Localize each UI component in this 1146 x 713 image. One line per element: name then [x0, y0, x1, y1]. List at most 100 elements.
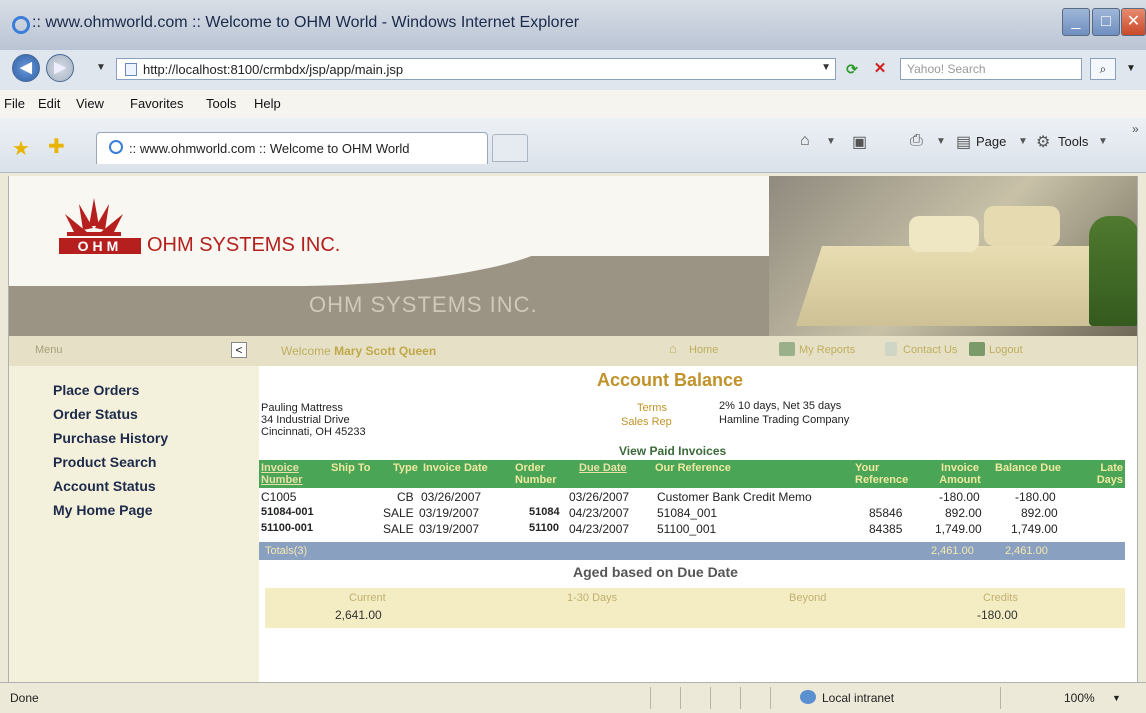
tab-toolbar-row: ★ ✚ :: www.ohmworld.com :: Welcome to OH…	[0, 118, 1146, 173]
col-ship-to: Ship To	[331, 462, 371, 474]
print-dropdown-icon[interactable]: ▼	[936, 136, 946, 147]
tools-menu-button[interactable]: Tools	[1058, 134, 1088, 149]
recent-pages-dropdown-icon[interactable]: ▼	[96, 62, 106, 73]
home-link[interactable]: Home	[689, 344, 718, 356]
sidebar: Place Orders Order Status Purchase Histo…	[9, 366, 259, 682]
welcome-text: Welcome Mary Scott Queen	[281, 344, 436, 358]
aged-1-30-label: 1-30 Days	[567, 592, 618, 604]
favorites-star-icon[interactable]: ★	[12, 136, 30, 161]
address-input[interactable]: http://localhost:8100/crmbdx/jsp/app/mai…	[143, 62, 403, 77]
search-box[interactable]: Yahoo! Search	[900, 58, 1082, 80]
address-dropdown-icon[interactable]: ▼	[821, 62, 831, 73]
close-button[interactable]: ✕	[1121, 8, 1146, 36]
cell-invoice-date: 03/19/2007	[419, 522, 480, 536]
chevron-right-icon[interactable]: »	[1132, 122, 1139, 136]
feeds-icon[interactable]: ▣	[852, 132, 867, 152]
sidebar-item-account-status[interactable]: Account Status	[53, 478, 156, 494]
cell-type: SALE	[383, 506, 414, 520]
page-menu-button[interactable]: Page	[976, 134, 1006, 149]
sidebar-item-my-home-page[interactable]: My Home Page	[53, 502, 153, 518]
aged-current-label: Current	[349, 592, 386, 604]
menu-bar: File Edit View Favorites Tools Help	[0, 90, 1146, 119]
add-favorite-icon[interactable]: ✚	[48, 134, 65, 159]
new-tab-button[interactable]	[492, 134, 528, 162]
status-divider	[710, 687, 711, 709]
col-due-date[interactable]: Due Date	[579, 462, 627, 474]
stop-button[interactable]: ✕	[868, 58, 892, 80]
minimize-button[interactable]: _	[1062, 8, 1090, 36]
cell-balance: -180.00	[1015, 490, 1056, 504]
forward-button[interactable]: ▶	[46, 54, 74, 82]
print-icon[interactable]: ⎙	[910, 132, 923, 150]
company-name: OHM SYSTEMS INC.	[147, 234, 341, 256]
my-reports-link[interactable]: My Reports	[799, 344, 855, 356]
tools-dropdown-icon[interactable]: ▼	[1098, 136, 1108, 147]
cell-due-date: 04/23/2007	[569, 506, 630, 520]
col-your-reference: Your Reference	[855, 462, 909, 486]
cell-invoice: C1005	[261, 490, 297, 504]
logout-link[interactable]: Logout	[989, 344, 1023, 356]
contact-icon	[885, 342, 897, 356]
page-dropdown-icon[interactable]: ▼	[1018, 136, 1028, 147]
site-banner: OHM OHM SYSTEMS INC. OHM SYSTEMS INC.	[9, 176, 1137, 336]
menu-favorites[interactable]: Favorites	[130, 96, 183, 111]
refresh-button[interactable]: ⟳	[840, 58, 864, 80]
menu-help[interactable]: Help	[254, 96, 281, 111]
menu-tools[interactable]: Tools	[206, 96, 236, 111]
search-icon[interactable]: ⌕	[1090, 58, 1116, 80]
sidebar-item-order-status[interactable]: Order Status	[53, 406, 138, 422]
title-bar: :: www.ohmworld.com :: Welcome to OHM Wo…	[0, 0, 1146, 50]
tab-title: :: www.ohmworld.com :: Welcome to OHM Wo…	[129, 141, 410, 156]
collapse-menu-button[interactable]: <	[231, 342, 247, 358]
security-zone[interactable]: Local intranet	[822, 691, 894, 705]
cell-type: SALE	[383, 522, 414, 536]
col-invoice-amount: Invoice Amount	[939, 462, 981, 486]
tab-current[interactable]: :: www.ohmworld.com :: Welcome to OHM Wo…	[96, 132, 488, 164]
status-text: Done	[10, 691, 39, 705]
terms-value: 2% 10 days, Net 35 days	[719, 400, 842, 412]
totals-row: Totals(3) 2,461.00 2,461.00	[259, 542, 1125, 560]
menu-view[interactable]: View	[76, 96, 104, 111]
maximize-button[interactable]: □	[1092, 8, 1120, 36]
tools-gear-icon: ⚙	[1036, 134, 1051, 151]
invoice-table-header: Invoice Number Ship To Type Invoice Date…	[259, 460, 1125, 488]
menu-file[interactable]: File	[4, 96, 25, 111]
sales-rep-label: Sales Rep	[621, 416, 672, 428]
logout-icon	[969, 342, 985, 356]
sidebar-item-place-orders[interactable]: Place Orders	[53, 382, 139, 398]
status-divider	[740, 687, 741, 709]
col-invoice-number[interactable]: Invoice Number	[261, 462, 311, 486]
cell-invoice: 51084-001	[261, 506, 314, 518]
address-bar[interactable]: http://localhost:8100/crmbdx/jsp/app/mai…	[116, 58, 836, 80]
cell-our-reference: 51084_001	[657, 506, 718, 520]
cell-due-date: 04/23/2007	[569, 522, 630, 536]
search-options-dropdown-icon[interactable]: ▼	[1120, 58, 1142, 80]
aged-credits-value: -180.00	[977, 608, 1018, 622]
bed-photo	[769, 176, 1137, 336]
menu-label: Menu	[35, 344, 63, 356]
aged-beyond-label: Beyond	[789, 592, 827, 604]
view-paid-invoices-link[interactable]: View Paid Invoices	[619, 444, 726, 458]
user-name: Mary Scott Queen	[334, 344, 437, 358]
zoom-level[interactable]: 100%	[1064, 691, 1095, 705]
home-icon[interactable]: ⌂	[800, 132, 810, 150]
status-divider	[680, 687, 681, 709]
sidebar-item-purchase-history[interactable]: Purchase History	[53, 430, 168, 446]
home-dropdown-icon[interactable]: ▼	[826, 136, 836, 147]
search-input[interactable]: Yahoo! Search	[907, 62, 986, 76]
sidebar-item-product-search[interactable]: Product Search	[53, 454, 156, 470]
globe-icon	[800, 690, 816, 704]
cell-amount: 1,749.00	[935, 522, 982, 536]
sales-rep-value: Hamline Trading Company	[719, 414, 850, 426]
cell-order: 51100	[529, 522, 559, 534]
zoom-dropdown-icon[interactable]: ▼	[1112, 693, 1121, 703]
cell-invoice-date: 03/19/2007	[419, 506, 480, 520]
col-invoice-date: Invoice Date	[423, 462, 488, 474]
web-page: OHM OHM SYSTEMS INC. OHM SYSTEMS INC. Me…	[8, 176, 1138, 682]
contact-us-link[interactable]: Contact Us	[903, 344, 957, 356]
banner-tagline: OHM SYSTEMS INC.	[309, 292, 538, 317]
total-amount: 2,461.00	[931, 545, 974, 557]
totals-label: Totals(3)	[265, 545, 308, 557]
back-button[interactable]: ◀	[12, 54, 40, 82]
menu-edit[interactable]: Edit	[38, 96, 60, 111]
